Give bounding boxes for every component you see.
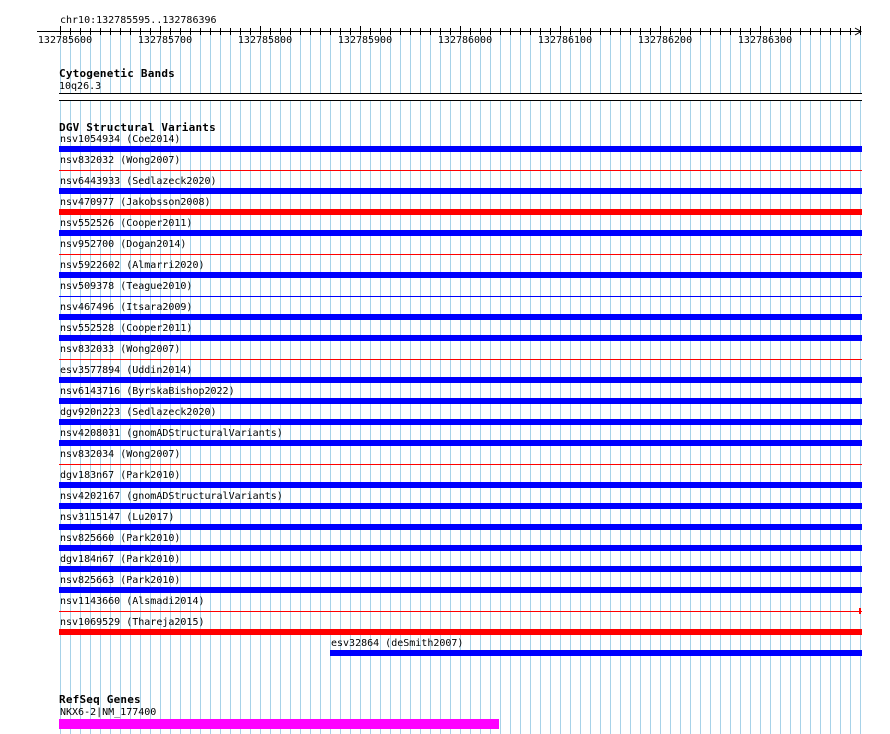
- dgv-feature-bar[interactable]: [59, 146, 862, 152]
- dgv-feature-label: nsv825660 (Park2010): [60, 533, 181, 544]
- dgv-feature-bar[interactable]: [59, 587, 862, 593]
- dgv-feature-label: nsv1143660 (Alsmadi2014): [60, 596, 205, 607]
- dgv-feature-label: dgv920n223 (Sedlazeck2020): [60, 407, 217, 418]
- dgv-feature-label: nsv1069529 (Thareja2015): [60, 617, 205, 628]
- dgv-feature-label: nsv4208031 (gnomADStructuralVariants): [60, 428, 283, 439]
- cytoband-feature[interactable]: [59, 93, 862, 101]
- dgv-feature-bar[interactable]: [59, 272, 862, 278]
- dgv-feature-label: nsv6143716 (ByrskaBishop2022): [60, 386, 235, 397]
- cytoband-label: 10q26.3: [59, 81, 102, 92]
- ruler-tick-label: 132786200: [637, 35, 693, 46]
- dgv-feature-label: nsv5922602 (Almarri2020): [60, 260, 205, 271]
- dgv-feature-label: esv32864 (deSmith2007): [331, 638, 464, 649]
- dgv-feature-bar[interactable]: [59, 254, 862, 255]
- dgv-feature-bar[interactable]: [330, 650, 862, 656]
- dgv-feature-bar[interactable]: [59, 398, 862, 404]
- ruler-tick-label: 132785600: [37, 35, 93, 46]
- dgv-feature-label: nsv1054934 (Coe2014): [60, 134, 181, 145]
- dgv-feature-label: nsv832033 (Wong2007): [60, 344, 181, 355]
- dgv-feature-bar[interactable]: [59, 545, 862, 551]
- track-title-cytogenetic-bands[interactable]: Cytogenetic Bands: [59, 68, 175, 80]
- dgv-feature-end-cap: [859, 608, 861, 614]
- dgv-feature-bar[interactable]: [59, 503, 862, 509]
- dgv-feature-label: dgv183n67 (Park2010): [60, 470, 181, 481]
- gene-feature[interactable]: [59, 719, 499, 729]
- dgv-feature-label: nsv3115147 (Lu2017): [60, 512, 175, 523]
- dgv-feature-bar[interactable]: [59, 629, 862, 635]
- ruler-tick-label: 132785800: [237, 35, 293, 46]
- dgv-feature-label: nsv4202167 (gnomADStructuralVariants): [60, 491, 283, 502]
- dgv-feature-bar[interactable]: [59, 524, 862, 530]
- gene-label: NKX6-2|NM_177400: [60, 707, 157, 718]
- dgv-feature-bar[interactable]: [59, 209, 862, 215]
- dgv-feature-bar[interactable]: [59, 482, 862, 488]
- dgv-feature-bar[interactable]: [59, 170, 862, 171]
- dgv-feature-label: nsv470977 (Jakobsson2008): [60, 197, 211, 208]
- track-title-refseq-genes[interactable]: RefSeq Genes: [59, 694, 141, 706]
- dgv-feature-label: nsv552526 (Cooper2011): [60, 218, 193, 229]
- ruler-tick-label: 132785900: [337, 35, 393, 46]
- dgv-feature-label: nsv832034 (Wong2007): [60, 449, 181, 460]
- ruler-tick-label: 132786000: [437, 35, 493, 46]
- dgv-feature-bar[interactable]: [59, 314, 862, 320]
- track-title-dgv-structural-variants[interactable]: DGV Structural Variants: [59, 122, 216, 134]
- dgv-feature-label: nsv509378 (Teague2010): [60, 281, 193, 292]
- dgv-feature-bar[interactable]: [59, 566, 862, 572]
- dgv-feature-label: esv3577894 (Uddin2014): [60, 365, 193, 376]
- dgv-feature-bar[interactable]: [59, 419, 862, 425]
- dgv-feature-bar[interactable]: [59, 377, 862, 383]
- dgv-feature-bar[interactable]: [59, 188, 862, 194]
- position-label: chr10:132785595..132786396: [60, 15, 217, 26]
- ruler-tick-label: 132786300: [737, 35, 793, 46]
- dgv-feature-label: nsv552528 (Cooper2011): [60, 323, 193, 334]
- dgv-feature-label: dgv184n67 (Park2010): [60, 554, 181, 565]
- ruler-tick-label: 132786100: [537, 35, 593, 46]
- dgv-feature-label: nsv825663 (Park2010): [60, 575, 181, 586]
- dgv-feature-bar[interactable]: [59, 464, 862, 465]
- dgv-feature-label: nsv952700 (Dogan2014): [60, 239, 187, 250]
- dgv-feature-label: nsv467496 (Itsara2009): [60, 302, 193, 313]
- dgv-feature-bar[interactable]: [59, 611, 862, 612]
- dgv-feature-bar[interactable]: [59, 296, 862, 297]
- dgv-feature-bar[interactable]: [59, 335, 862, 341]
- ruler-tick-label: 132785700: [137, 35, 193, 46]
- dgv-feature-label: nsv832032 (Wong2007): [60, 155, 181, 166]
- dgv-feature-bar[interactable]: [59, 359, 862, 360]
- dgv-feature-label: nsv6443933 (Sedlazeck2020): [60, 176, 217, 187]
- dgv-feature-bar[interactable]: [59, 440, 862, 446]
- dgv-feature-bar[interactable]: [59, 230, 862, 236]
